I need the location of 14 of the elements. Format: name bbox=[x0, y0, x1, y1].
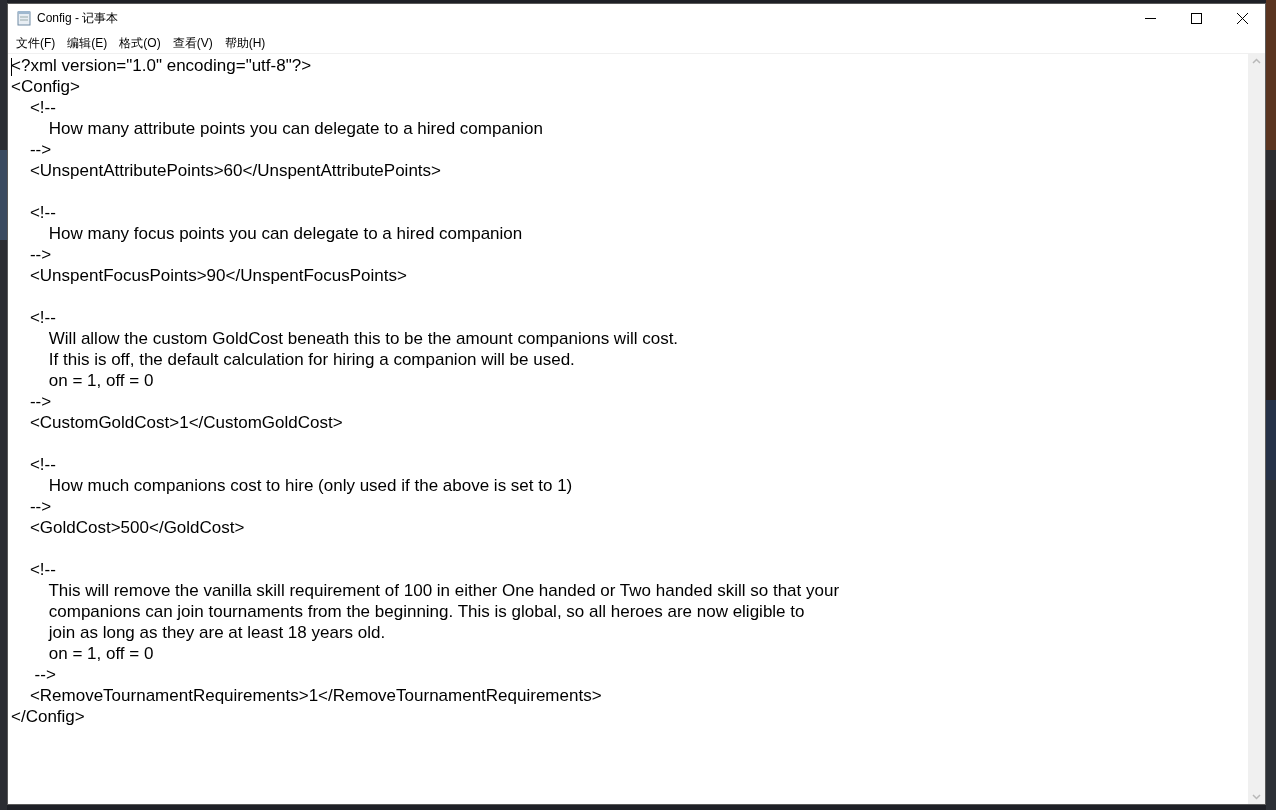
scroll-up-icon[interactable] bbox=[1252, 58, 1261, 64]
close-icon bbox=[1236, 12, 1248, 24]
menu-item[interactable]: 格式(O) bbox=[113, 32, 167, 53]
menu-item[interactable]: 帮助(H) bbox=[218, 32, 272, 53]
notepad-icon bbox=[16, 10, 32, 26]
vertical-scrollbar[interactable] bbox=[1248, 54, 1265, 804]
menu-item[interactable]: 编辑(E) bbox=[61, 32, 114, 53]
menu-item[interactable]: 查看(V) bbox=[166, 32, 219, 53]
menu-item[interactable]: 文件(F) bbox=[10, 32, 62, 53]
document-text[interactable]: <?xml version="1.0" encoding="utf-8"?> <Config> <!-- How many attribute points you can delegate to a hired companion --> <UnspentAttributePoints>60</UnspentAttributePoints> <!-- How many focus points you can delegate to a hired companion --> <UnspentFocusPoints>90</UnspentFocusPoints> <!-- Will allow the custom GoldCost beneath this to be the amount companions will cost. If this is off, the default calculation for hiring a companion will be used. on = 1, off = 0 --> <CustomGoldCost>1</CustomGoldCost> <!-- How much companions cost to hire (only used if the above is set to 1) --> <GoldCost>500</GoldCost> <!-- This will remove the vanilla skill requirement of 100 in either One handed or Two handed skill so that your companions can join tournaments from the beginning. This is global, so all heroes are now eligible to join as long as they are at least 18 years old. on = 1, off = 0 --> <RemoveTournamentRequirements>1</RemoveTournamentRequirements> </Config> bbox=[11, 55, 1248, 727]
window-title: Config - 记事本 bbox=[37, 10, 119, 27]
text-caret bbox=[11, 58, 12, 76]
scroll-down-icon[interactable] bbox=[1252, 794, 1261, 800]
maximize-icon bbox=[1190, 12, 1202, 24]
